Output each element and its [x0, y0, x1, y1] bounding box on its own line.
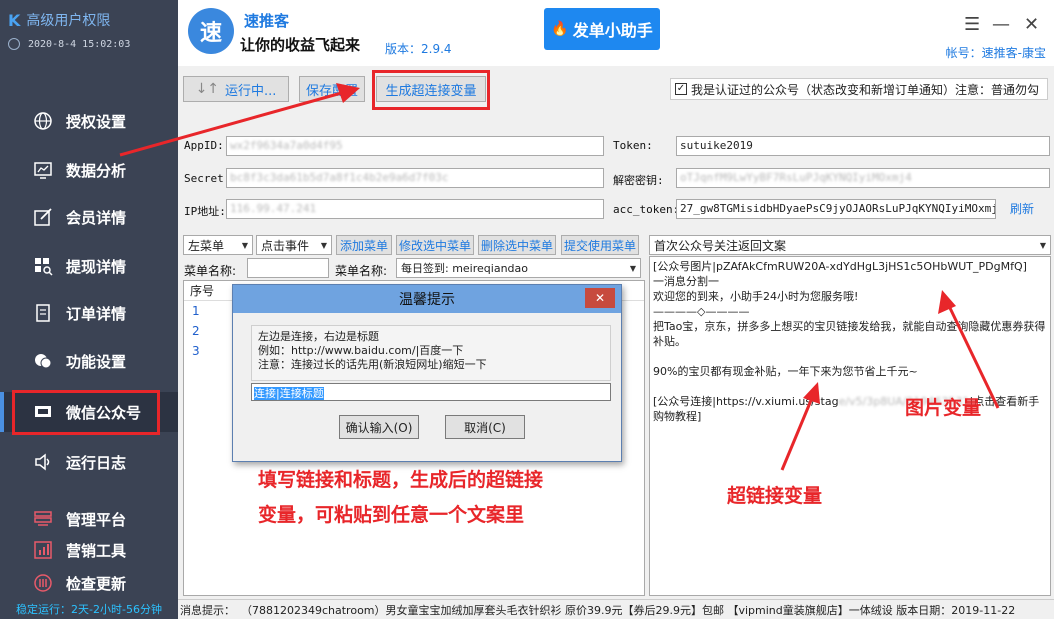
fill-hint-line1: 填写链接和标题，生成后的超链接 [258, 469, 544, 491]
status-label: 消息提示： [180, 603, 235, 617]
fill-hint-line2: 变量，可粘贴到任意一个文案里 [258, 504, 525, 526]
arrowhead [803, 382, 820, 404]
arrow-link-variable [780, 397, 814, 471]
arrowhead [938, 290, 956, 314]
link-variable-label: 超链接变量 [727, 485, 823, 507]
status-message: （7881202349chatroom）男女童宝宝加绒加厚套头毛衣针织衫 原价3… [241, 603, 1016, 617]
status-bar: 消息提示： （7881202349chatroom）男女童宝宝加绒加厚套头毛衣针… [178, 599, 1054, 619]
arrowhead [336, 83, 360, 103]
image-variable-label: 图片变量 [905, 397, 982, 419]
arrow-to-generate-link [119, 90, 346, 157]
annotation-arrows [119, 83, 1000, 471]
